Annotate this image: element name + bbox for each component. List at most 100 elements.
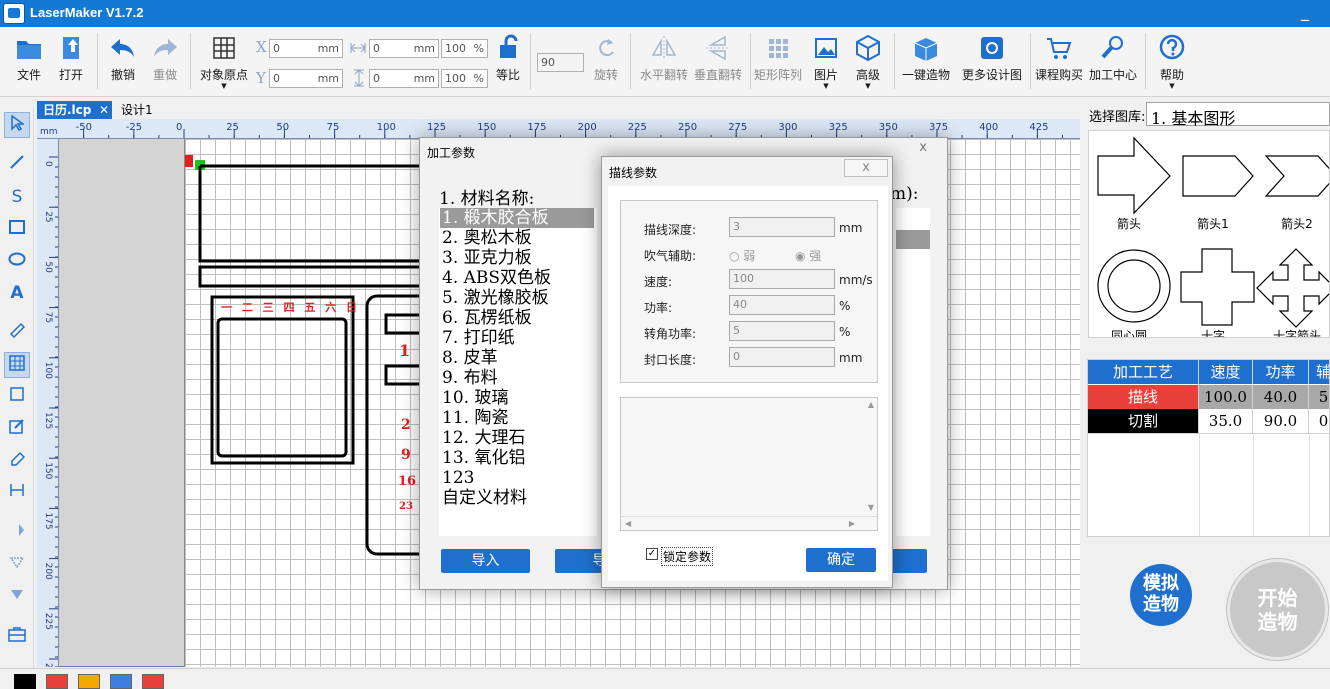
depth-input[interactable]: 3 [729, 217, 835, 237]
layer-mid-tool[interactable] [4, 552, 30, 578]
select-tool[interactable] [4, 112, 30, 138]
x-position-input[interactable]: 0 mm [269, 39, 343, 58]
scroll-right-icon[interactable]: ▶ [849, 519, 855, 528]
scroll-left-icon[interactable]: ◀ [625, 519, 631, 528]
text-tool[interactable]: A [4, 280, 30, 306]
scroll-down-icon[interactable]: ▼ [868, 503, 874, 512]
library-select[interactable]: 1. 基本图形 [1146, 102, 1330, 128]
list-item[interactable]: 8. 皮革 [440, 348, 594, 368]
file-button[interactable]: 文件 [10, 33, 48, 91]
import-button[interactable]: 导入 [441, 549, 530, 573]
list-item[interactable]: 10. 玻璃 [440, 388, 594, 408]
list-item[interactable]: 4. ABS双色板 [440, 268, 594, 288]
undo-button[interactable]: 撤销 [104, 33, 142, 91]
origin-handle[interactable] [185, 155, 193, 167]
more-designs-button[interactable]: 更多设计图 [958, 33, 1026, 91]
tab-design1[interactable]: 设计1 [115, 101, 175, 119]
close-tab-icon[interactable]: ✕ [99, 101, 109, 119]
row-power[interactable]: 90.0 [1253, 409, 1309, 433]
air-strong-radio[interactable]: ◉ 强 [795, 247, 821, 264]
object-origin-button[interactable]: 对象原点 ▼ [197, 33, 251, 91]
row-speed[interactable]: 35.0 [1199, 409, 1253, 433]
color-swatch-red[interactable] [46, 674, 68, 689]
grid-tool[interactable] [4, 352, 30, 378]
height-scale-input[interactable]: 100% [441, 69, 488, 88]
list-item[interactable]: 1. 椴木胶合板 [440, 208, 594, 228]
seal-length-input[interactable]: 0 [729, 347, 835, 367]
width-scale-input[interactable]: 100% [441, 39, 488, 58]
thickness-list[interactable] [896, 208, 930, 536]
measure-tool[interactable] [4, 320, 30, 346]
list-item[interactable]: 11. 陶瓷 [440, 408, 594, 428]
scroll-up-icon[interactable]: ▲ [868, 400, 874, 409]
toolbox-tool[interactable] [4, 624, 30, 650]
list-item[interactable]: 5. 激光橡胶板 [440, 288, 594, 308]
concentric-circle-shape-icon[interactable] [1097, 249, 1171, 323]
rotate-angle-input[interactable]: 90 [537, 53, 584, 72]
corner-power-input[interactable]: 5 [729, 321, 835, 341]
open-button[interactable]: 打开 [52, 33, 90, 91]
rectangle-tool[interactable] [4, 216, 30, 242]
list-item[interactable]: 7. 打印纸 [440, 328, 594, 348]
arrow-shape-icon[interactable] [1097, 136, 1171, 215]
cross-arrow-shape-icon[interactable] [1256, 248, 1330, 328]
table-row[interactable]: 切割 [1088, 409, 1199, 433]
bounding-box-tool[interactable] [4, 384, 30, 410]
row-aux[interactable]: 0 [1309, 409, 1329, 433]
close-icon[interactable]: x [919, 140, 927, 155]
tab-calendar[interactable]: 日历.lcp ✕ [37, 101, 112, 119]
horizontal-scrollbar[interactable] [621, 516, 877, 530]
eraser-tool[interactable] [4, 448, 30, 474]
color-swatch-red2[interactable] [142, 674, 164, 689]
curve-tool[interactable]: S [4, 184, 30, 210]
row-speed[interactable]: 100.0 [1199, 385, 1253, 409]
horizontal-flip-button[interactable]: 水平翻转 [638, 33, 690, 91]
list-item[interactable]: 6. 瓦楞纸板 [440, 308, 594, 328]
advanced-button[interactable]: 高级 ▼ [850, 33, 886, 91]
thickness-selected[interactable] [896, 230, 930, 249]
color-swatch-black[interactable] [14, 674, 36, 689]
list-item[interactable]: 12. 大理石 [440, 428, 594, 448]
color-swatch-orange[interactable] [78, 674, 100, 689]
redo-button[interactable]: 重做 [146, 33, 184, 91]
arrow1-shape-icon[interactable] [1182, 155, 1254, 197]
rotate-button[interactable]: 旋转 [588, 33, 624, 91]
list-item[interactable]: 13. 氧化铝 [440, 448, 594, 468]
power-input[interactable]: 40 [729, 295, 835, 315]
list-item[interactable]: 123 [440, 468, 594, 488]
height-input[interactable]: 0 mm [369, 69, 439, 88]
vertical-flip-button[interactable]: 垂直翻转 [692, 33, 744, 91]
row-aux[interactable]: 5 [1309, 385, 1329, 409]
ellipse-tool[interactable] [4, 248, 30, 274]
simulate-button[interactable]: 模拟造物 [1130, 564, 1192, 626]
close-button[interactable]: x [844, 159, 888, 177]
list-item[interactable]: 2. 奥松木板 [440, 228, 594, 248]
row-power[interactable]: 40.0 [1253, 385, 1309, 409]
layer-down-tool[interactable] [4, 584, 30, 610]
y-position-input[interactable]: 0 mm [269, 69, 343, 88]
list-item[interactable]: 3. 亚克力板 [440, 248, 594, 268]
one-click-make-button[interactable]: 一键造物 [900, 33, 952, 91]
arrow2-shape-icon[interactable] [1264, 155, 1330, 197]
table-row[interactable]: 描线 [1088, 385, 1199, 409]
align-tool[interactable] [4, 480, 30, 506]
width-input[interactable]: 0 mm [369, 39, 439, 58]
list-item[interactable]: 自定义材料 [440, 488, 594, 508]
notes-textarea[interactable]: ▲ ▼ ◀ ▶ [620, 397, 878, 531]
process-center-button[interactable]: 加工中心 [1087, 33, 1139, 91]
proportional-lock-button[interactable]: 等比 [492, 33, 524, 91]
rect-array-button[interactable]: 矩形阵列 [752, 33, 804, 91]
ok-button[interactable]: 确定 [806, 548, 876, 572]
course-purchase-button[interactable]: 课程购买 [1033, 33, 1085, 91]
start-button[interactable]: 开始造物 [1227, 559, 1328, 660]
material-list[interactable]: 1. 椴木胶合板 2. 奥松木板 3. 亚克力板 4. ABS双色板 5. 激光橡胶板 6… [439, 208, 597, 536]
minimize-button[interactable]: _ [1298, 2, 1312, 22]
line-tool[interactable] [4, 152, 30, 178]
edit-tool[interactable] [4, 416, 30, 442]
layer-up-tool[interactable] [4, 520, 30, 546]
speed-input[interactable]: 100 [729, 269, 835, 289]
image-button[interactable]: 图片 ▼ [808, 33, 844, 91]
help-button[interactable]: 帮助 ▼ [1152, 33, 1192, 91]
lock-checkbox[interactable]: ✓ [646, 548, 658, 560]
air-weak-radio[interactable]: ○ 弱 [729, 247, 755, 264]
